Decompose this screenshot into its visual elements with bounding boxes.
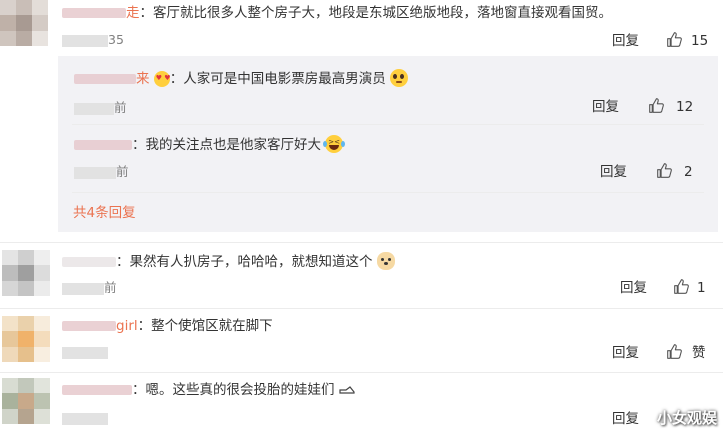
timestamp (62, 410, 108, 426)
reply-button[interactable]: 回复 (612, 344, 639, 362)
timestamp: 前 (74, 164, 129, 180)
timestamp (62, 344, 108, 360)
comment-text-line: ：果然有人扒房子，哈哈哈，就想知道这个 (62, 252, 395, 272)
avatar[interactable] (0, 0, 48, 46)
reply-text: ：人家可是中国电影票房最高男演员 (169, 71, 386, 87)
like-count: 15 (691, 33, 709, 49)
laughing-tears-emoji: >< (323, 135, 346, 153)
avatar[interactable] (2, 250, 50, 296)
pleading-face-emoji (390, 69, 409, 87)
divider (72, 124, 704, 125)
like-count: 1 (697, 280, 706, 296)
comment-text: ：果然有人扒房子，哈哈哈，就想知道这个 (116, 254, 373, 270)
timestamp: 前 (62, 280, 117, 296)
watermark: 小女观娱 (656, 409, 717, 427)
thumbs-up-icon[interactable] (666, 31, 683, 48)
thumbs-up-icon[interactable] (648, 97, 665, 114)
comment-text-line: 走：客厅就比很多人整个房子大，地段是东城区绝版地段，落地窗直接观看国贸。 (62, 3, 612, 23)
reply-text: ：我的关注点也是他家客厅好大 (132, 137, 321, 153)
reply-button[interactable]: 回复 (592, 98, 619, 116)
comment-text: ：嗯。这些真的很会投胎的娃娃们 (132, 382, 335, 398)
username-blurred[interactable] (62, 8, 126, 18)
doge-emoji (376, 252, 395, 270)
username-blurred[interactable] (62, 257, 116, 267)
reply-text-line: 来 ♥ ♥ ：人家可是中国电影票房最高男演员 (74, 69, 409, 89)
heart-eyes-emoji: ♥ ♥ (153, 71, 171, 87)
like-count: 12 (676, 99, 694, 115)
username-blurred[interactable] (74, 74, 136, 84)
divider (0, 372, 723, 373)
more-replies-link[interactable]: 共4条回复 (73, 204, 136, 222)
username[interactable]: 来 (136, 71, 150, 87)
reply-button[interactable]: 回复 (612, 410, 639, 428)
username-blurred[interactable] (62, 321, 116, 331)
thumbs-up-icon[interactable] (666, 343, 683, 360)
username-blurred[interactable] (74, 140, 132, 150)
comment-text: ：整个使馆区就在脚下 (137, 318, 273, 334)
username[interactable]: 走 (126, 5, 140, 21)
shoe-emoji (339, 381, 355, 394)
avatar[interactable] (2, 316, 50, 362)
like-count: 2 (684, 164, 693, 180)
thumbs-up-icon[interactable] (656, 162, 673, 179)
divider (0, 308, 723, 309)
reply-button[interactable]: 回复 (620, 279, 647, 297)
reply-button[interactable]: 回复 (612, 32, 639, 50)
username-blurred[interactable] (62, 385, 132, 395)
avatar[interactable] (2, 378, 50, 424)
like-label[interactable]: 赞 (692, 344, 706, 362)
timestamp: 35 (62, 32, 124, 48)
username[interactable]: girl (116, 318, 138, 334)
divider (72, 192, 704, 193)
thumbs-up-icon[interactable] (673, 278, 690, 295)
comment-text-line: ：嗯。这些真的很会投胎的娃娃们 (62, 380, 355, 400)
divider (0, 242, 723, 243)
reply-button[interactable]: 回复 (600, 163, 627, 181)
comment-text: ：客厅就比很多人整个房子大，地段是东城区绝版地段，落地窗直接观看国贸。 (139, 5, 613, 21)
reply-text-line: ：我的关注点也是他家客厅好大 >< (74, 135, 346, 155)
comment-text-line: girl：整个使馆区就在脚下 (62, 316, 273, 336)
timestamp: 前 (74, 100, 127, 116)
